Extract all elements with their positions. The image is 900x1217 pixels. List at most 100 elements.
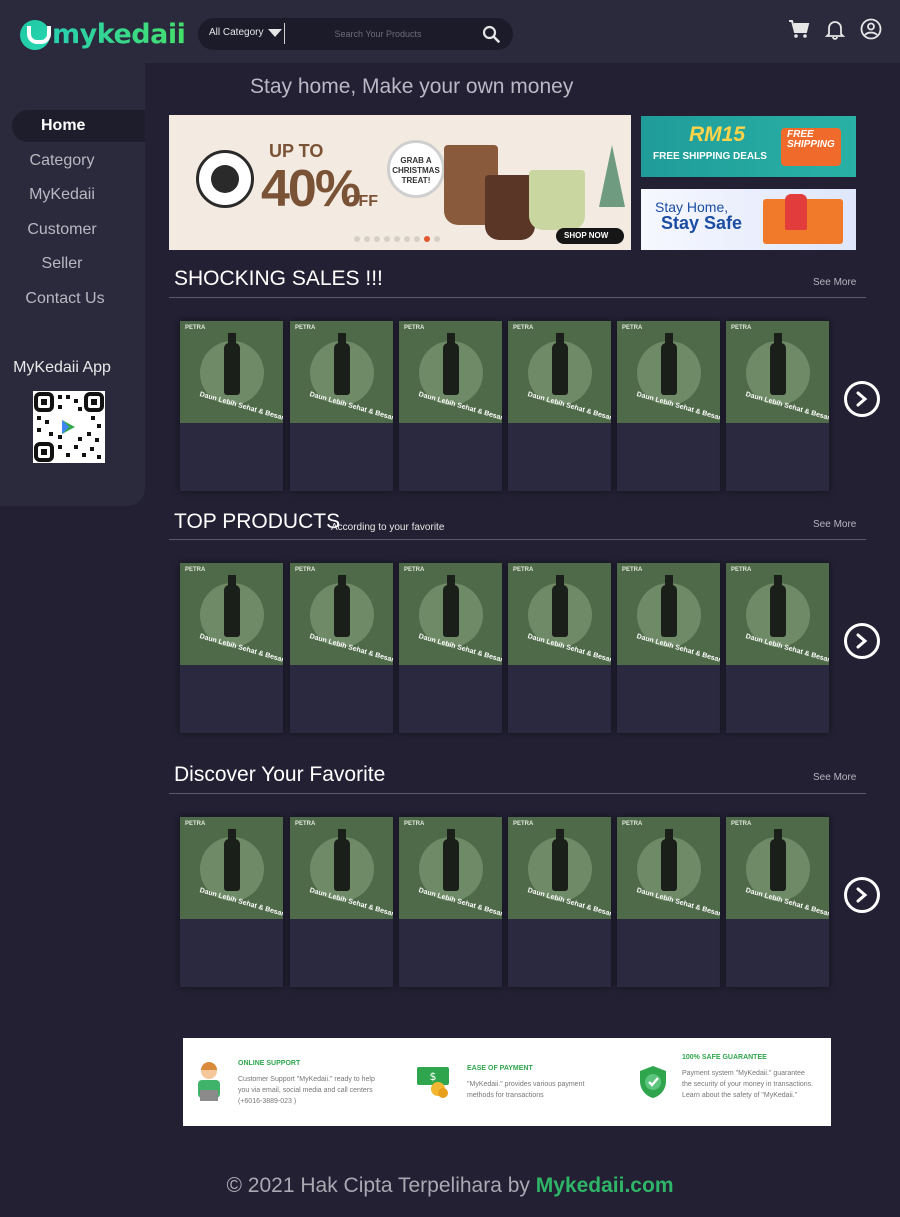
- sidebar-item-home[interactable]: Home: [12, 110, 145, 142]
- sidebar-item-customer[interactable]: Customer: [0, 214, 124, 246]
- product-card[interactable]: PETRA Daun Lebih Sehat & Besar: [180, 563, 283, 733]
- user-account-icon[interactable]: [860, 18, 882, 40]
- cart-icon[interactable]: [788, 18, 810, 40]
- next-arrow-button[interactable]: [844, 381, 880, 417]
- product-image: PETRA Daun Lebih Sehat & Besar: [290, 563, 393, 665]
- carousel-dot[interactable]: [424, 236, 430, 242]
- product-image: PETRA Daun Lebih Sehat & Besar: [290, 817, 393, 919]
- spray-bottle-icon: [770, 333, 786, 395]
- product-image: PETRA Daun Lebih Sehat & Besar: [617, 321, 720, 423]
- carousel-dot[interactable]: [364, 236, 370, 242]
- site-logo[interactable]: mykedaii: [20, 19, 186, 50]
- shop-now-button[interactable]: SHOP NOW: [556, 228, 624, 244]
- product-card[interactable]: PETRA Daun Lebih Sehat & Besar: [180, 321, 283, 491]
- product-card[interactable]: PETRA Daun Lebih Sehat & Besar: [399, 817, 502, 987]
- spray-bottle-icon: [334, 829, 350, 891]
- product-image: PETRA Daun Lebih Sehat & Besar: [399, 817, 502, 919]
- spray-bottle-icon: [552, 333, 568, 395]
- spray-bottle-icon: [661, 575, 677, 637]
- section-divider: [169, 793, 866, 794]
- carousel-dot[interactable]: [374, 236, 380, 242]
- spray-bottle-icon: [334, 575, 350, 637]
- product-card[interactable]: PETRA Daun Lebih Sehat & Besar: [290, 563, 393, 733]
- see-more-top-products[interactable]: See More: [813, 519, 856, 530]
- spray-bottle-icon: [224, 333, 240, 395]
- carousel-dot[interactable]: [394, 236, 400, 242]
- product-card[interactable]: PETRA Daun Lebih Sehat & Besar: [726, 563, 829, 733]
- product-card[interactable]: PETRA Daun Lebih Sehat & Besar: [399, 563, 502, 733]
- svg-text:$: $: [430, 1070, 437, 1083]
- carousel-dot[interactable]: [384, 236, 390, 242]
- carousel-dot[interactable]: [354, 236, 360, 242]
- category-dropdown[interactable]: All Category: [209, 27, 283, 38]
- carousel-dot[interactable]: [404, 236, 410, 242]
- spray-bottle-icon: [552, 575, 568, 637]
- search-input[interactable]: [298, 24, 458, 44]
- spray-bottle-icon: [443, 575, 459, 637]
- free-shipping-banner[interactable]: RM15 FREE SHIPPING DEALS FREE SHIPPING: [641, 116, 856, 177]
- stay-safe-banner[interactable]: Stay Home, Stay Safe: [641, 189, 856, 250]
- spray-bottle-icon: [661, 333, 677, 395]
- product-card[interactable]: PETRA Daun Lebih Sehat & Besar: [617, 817, 720, 987]
- product-image: PETRA Daun Lebih Sehat & Besar: [508, 321, 611, 423]
- product-card[interactable]: PETRA Daun Lebih Sehat & Besar: [726, 321, 829, 491]
- product-brand: PETRA: [513, 821, 534, 827]
- product-brand: PETRA: [622, 567, 643, 573]
- feature-desc-safe-guarantee: Payment system "MyKedaii." guarantee the…: [682, 1070, 814, 1099]
- product-card[interactable]: PETRA Daun Lebih Sehat & Besar: [180, 817, 283, 987]
- drink-cup-icon: [529, 170, 585, 230]
- footer-brand-link[interactable]: Mykedaii.com: [536, 1174, 674, 1197]
- product-image: PETRA Daun Lebih Sehat & Besar: [726, 563, 829, 665]
- product-brand: PETRA: [295, 821, 316, 827]
- product-card[interactable]: PETRA Daun Lebih Sehat & Besar: [508, 817, 611, 987]
- product-image: PETRA Daun Lebih Sehat & Besar: [180, 321, 283, 423]
- sidebar-item-mykedaii[interactable]: MyKedaii: [0, 179, 124, 211]
- product-image: PETRA Daun Lebih Sehat & Besar: [180, 817, 283, 919]
- product-card[interactable]: PETRA Daun Lebih Sehat & Besar: [617, 321, 720, 491]
- search-icon[interactable]: [482, 25, 500, 43]
- carousel-dot[interactable]: [434, 236, 440, 242]
- product-image: PETRA Daun Lebih Sehat & Besar: [617, 817, 720, 919]
- logo-mark-icon: [20, 19, 51, 50]
- sidebar-item-contact-us[interactable]: Contact Us: [3, 283, 127, 315]
- product-bottle-icon: [785, 194, 807, 230]
- product-brand: PETRA: [185, 325, 206, 331]
- next-arrow-button[interactable]: [844, 623, 880, 659]
- product-card[interactable]: PETRA Daun Lebih Sehat & Besar: [290, 817, 393, 987]
- product-brand: PETRA: [731, 325, 752, 331]
- product-brand: PETRA: [513, 325, 534, 331]
- product-brand: PETRA: [295, 567, 316, 573]
- product-card[interactable]: PETRA Daun Lebih Sehat & Besar: [508, 321, 611, 491]
- carousel-dot[interactable]: [414, 236, 420, 242]
- spray-bottle-icon: [770, 829, 786, 891]
- section-subtitle-top-products: According to your favorite: [331, 522, 445, 533]
- product-image: PETRA Daun Lebih Sehat & Besar: [508, 563, 611, 665]
- category-dropdown-label: All Category: [209, 27, 264, 38]
- next-arrow-button[interactable]: [844, 877, 880, 913]
- bell-icon[interactable]: [824, 18, 846, 40]
- chevron-right-icon: [856, 887, 868, 903]
- product-brand: PETRA: [404, 821, 425, 827]
- feature-title-online-support: ONLINE SUPPORT: [238, 1060, 301, 1067]
- see-more-discover[interactable]: See More: [813, 772, 856, 783]
- product-brand: PETRA: [622, 325, 643, 331]
- sidebar-item-category[interactable]: Category: [0, 145, 124, 177]
- product-image: PETRA Daun Lebih Sehat & Besar: [399, 563, 502, 665]
- search-bar: All Category: [198, 18, 513, 50]
- spray-bottle-icon: [224, 575, 240, 637]
- spray-bottle-icon: [334, 333, 350, 395]
- product-card[interactable]: PETRA Daun Lebih Sehat & Besar: [726, 817, 829, 987]
- coffee-bean-logo-icon: [196, 150, 254, 208]
- promo-carousel[interactable]: UP TO 40% OFF GRAB A CHRISTMAS TREAT! SH…: [169, 115, 631, 250]
- product-card[interactable]: PETRA Daun Lebih Sehat & Besar: [290, 321, 393, 491]
- see-more-shocking-sales[interactable]: See More: [813, 277, 856, 288]
- spray-bottle-icon: [443, 333, 459, 395]
- spray-bottle-icon: [224, 829, 240, 891]
- product-image: PETRA Daun Lebih Sehat & Besar: [508, 817, 611, 919]
- sidebar: Home Category MyKedaii Customer Seller C…: [0, 63, 145, 506]
- product-card[interactable]: PETRA Daun Lebih Sehat & Besar: [508, 563, 611, 733]
- product-card[interactable]: PETRA Daun Lebih Sehat & Besar: [399, 321, 502, 491]
- app-qr-code[interactable]: [33, 391, 105, 463]
- product-card[interactable]: PETRA Daun Lebih Sehat & Besar: [617, 563, 720, 733]
- sidebar-item-seller[interactable]: Seller: [0, 248, 124, 280]
